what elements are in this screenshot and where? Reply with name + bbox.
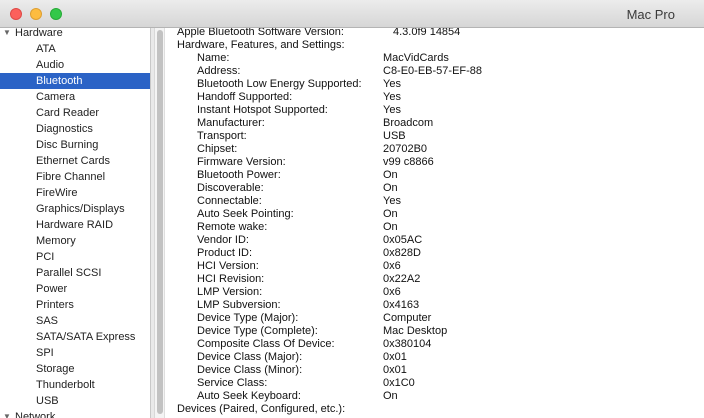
- sidebar-item-audio[interactable]: Audio: [0, 57, 150, 73]
- software-version-value: 4.3.0f9 14854: [393, 28, 461, 38]
- property-label: LMP Version:: [197, 286, 263, 298]
- sidebar-item-storage[interactable]: Storage: [0, 361, 150, 377]
- property-label: Manufacturer:: [197, 117, 265, 129]
- sidebar-group-label: Hardware: [15, 28, 63, 39]
- sidebar-item-firewire[interactable]: FireWire: [0, 185, 150, 201]
- sidebar-group-hardware[interactable]: ▼ Hardware: [0, 28, 150, 41]
- property-value: Yes: [383, 195, 401, 207]
- sidebar-item-sata-sata-express[interactable]: SATA/SATA Express: [0, 329, 150, 345]
- title-bar: Mac Pro: [0, 0, 704, 28]
- software-version-label: Apple Bluetooth Software Version:: [177, 28, 344, 38]
- scrollbar-thumb[interactable]: [157, 30, 163, 414]
- sidebar-item-graphics-displays[interactable]: Graphics/Displays: [0, 201, 150, 217]
- property-label: Device Class (Minor):: [197, 364, 303, 376]
- property-label: HCI Version:: [197, 260, 259, 272]
- property-value: Broadcom: [383, 117, 434, 129]
- sidebar-item-fibre-channel[interactable]: Fibre Channel: [0, 169, 150, 185]
- property-label: Auto Seek Keyboard:: [197, 390, 301, 402]
- property-label: Device Type (Complete):: [197, 325, 318, 337]
- property-value: 0x6: [383, 260, 401, 272]
- property-label: Service Class:: [197, 377, 268, 389]
- property-value: 0x6: [383, 286, 401, 298]
- window-title: Mac Pro: [626, 7, 675, 22]
- close-window-button[interactable]: [10, 8, 22, 20]
- sidebar-item-ata[interactable]: ATA: [0, 41, 150, 57]
- property-label: Discoverable:: [197, 182, 264, 194]
- property-label: Instant Hotspot Supported:: [197, 104, 328, 116]
- sidebar: ▼ Hardware ATA Audio Bluetooth Camera Ca…: [0, 28, 150, 418]
- sidebar-item-bluetooth[interactable]: Bluetooth: [0, 73, 150, 89]
- property-label: Name:: [197, 52, 230, 64]
- property-value: v99 c8866: [383, 156, 434, 168]
- property-label: Address:: [197, 65, 241, 77]
- property-label: Remote wake:: [197, 221, 268, 233]
- property-label: Connectable:: [197, 195, 262, 207]
- property-value: On: [383, 182, 398, 194]
- property-value: On: [383, 221, 398, 233]
- property-value: 0x828D: [383, 247, 421, 259]
- property-value: Computer: [383, 312, 432, 324]
- sidebar-item-power[interactable]: Power: [0, 281, 150, 297]
- sidebar-item-ethernet-cards[interactable]: Ethernet Cards: [0, 153, 150, 169]
- property-label: Vendor ID:: [197, 234, 249, 246]
- property-label: Chipset:: [197, 143, 238, 155]
- sidebar-item-thunderbolt[interactable]: Thunderbolt: [0, 377, 150, 393]
- devices-header: Devices (Paired, Configured, etc.):: [177, 403, 346, 415]
- property-value: 0x01: [383, 351, 407, 363]
- property-value: C8-E0-EB-57-EF-88: [383, 65, 483, 77]
- property-value: Yes: [383, 78, 401, 90]
- minimize-window-button[interactable]: [30, 8, 42, 20]
- sidebar-item-pci[interactable]: PCI: [0, 249, 150, 265]
- property-label: Transport:: [197, 130, 247, 142]
- sidebar-item-hardware-raid[interactable]: Hardware RAID: [0, 217, 150, 233]
- property-label: Bluetooth Power:: [197, 169, 281, 181]
- property-label: Product ID:: [197, 247, 253, 259]
- sidebar-item-card-reader[interactable]: Card Reader: [0, 105, 150, 121]
- sidebar-group-label: Network: [15, 411, 56, 418]
- property-value: On: [383, 169, 398, 181]
- property-label: Bluetooth Low Energy Supported:: [197, 78, 362, 90]
- property-label: LMP Subversion:: [197, 299, 281, 311]
- sidebar-item-memory[interactable]: Memory: [0, 233, 150, 249]
- sidebar-group-network[interactable]: ▼ Network: [0, 409, 150, 418]
- property-value: Yes: [383, 91, 401, 103]
- property-label: Firmware Version:: [197, 156, 286, 168]
- property-label: Device Type (Major):: [197, 312, 299, 324]
- property-value: MacVidCards: [383, 52, 449, 64]
- property-value: 0x1C0: [383, 377, 415, 389]
- sidebar-item-spi[interactable]: SPI: [0, 345, 150, 361]
- property-label: HCI Revision:: [197, 273, 265, 285]
- disclosure-triangle-down-icon[interactable]: ▼: [3, 28, 15, 41]
- disclosure-triangle-down-icon[interactable]: ▼: [3, 409, 15, 418]
- sidebar-item-diagnostics[interactable]: Diagnostics: [0, 121, 150, 137]
- property-value: 0x380104: [383, 338, 432, 350]
- zoom-window-button[interactable]: [50, 8, 62, 20]
- property-value: 0x4163: [383, 299, 420, 311]
- property-label: Auto Seek Pointing:: [197, 208, 294, 220]
- sidebar-item-camera[interactable]: Camera: [0, 89, 150, 105]
- property-value: USB: [383, 130, 406, 142]
- section-header: Hardware, Features, and Settings:: [177, 39, 345, 51]
- sidebar-item-usb[interactable]: USB: [0, 393, 150, 409]
- property-label: Device Class (Major):: [197, 351, 303, 363]
- property-value: On: [383, 208, 398, 220]
- sidebar-item-sas[interactable]: SAS: [0, 313, 150, 329]
- sidebar-item-disc-burning[interactable]: Disc Burning: [0, 137, 150, 153]
- property-value: 0x22A2: [383, 273, 421, 285]
- property-label: Handoff Supported:: [197, 91, 293, 103]
- property-value: Mac Desktop: [383, 325, 448, 337]
- property-value: 20702B0: [383, 143, 428, 155]
- sidebar-scrollbar[interactable]: [155, 28, 165, 418]
- sidebar-item-printers[interactable]: Printers: [0, 297, 150, 313]
- property-value: On: [383, 390, 398, 402]
- sidebar-item-parallel-scsi[interactable]: Parallel SCSI: [0, 265, 150, 281]
- property-value: 0x05AC: [383, 234, 423, 246]
- detail-pane: Apple Bluetooth Software Version: 4.3.0f…: [166, 28, 704, 418]
- property-value: 0x01: [383, 364, 407, 376]
- property-label: Composite Class Of Device:: [197, 338, 335, 350]
- property-value: Yes: [383, 104, 401, 116]
